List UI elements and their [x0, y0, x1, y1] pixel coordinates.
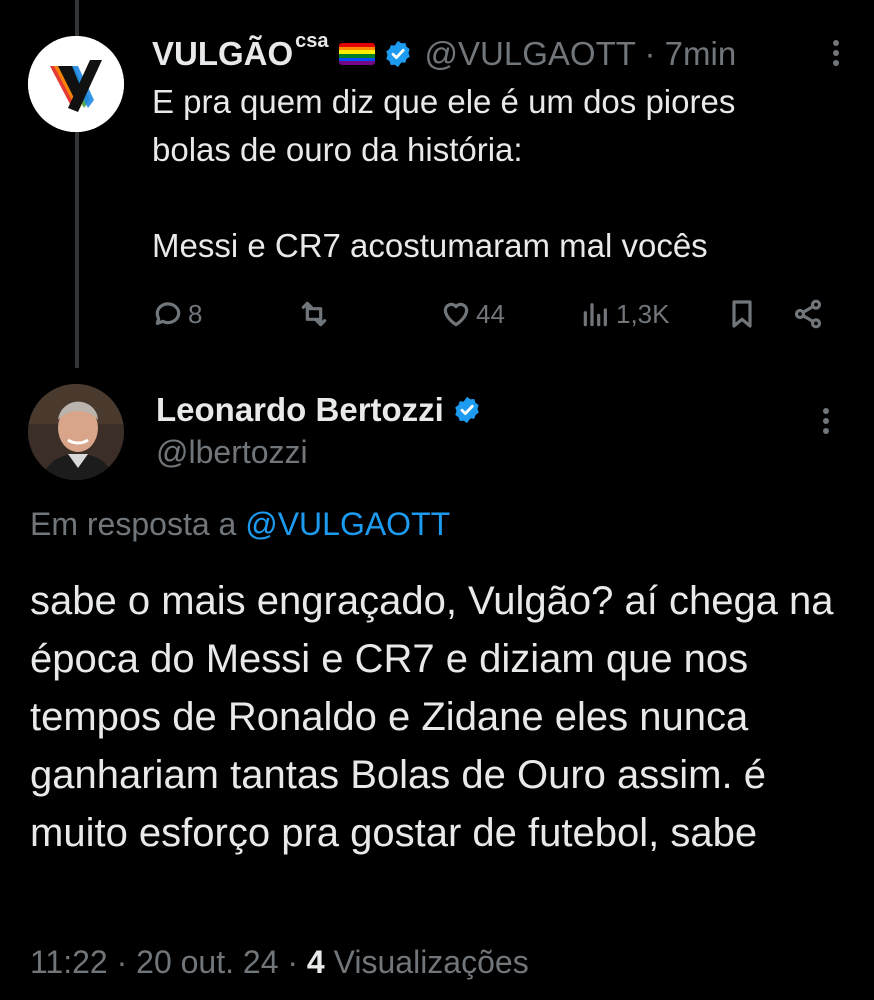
thread-line-top: [75, 0, 79, 36]
tweet-actions: 8 44 1,3K: [152, 292, 842, 336]
thread-line: [75, 132, 79, 368]
bookmark-icon: [732, 300, 752, 328]
original-tweet-text: E pra quem diz que ele é um dos piores b…: [152, 83, 736, 264]
original-tweet-header: VULGÃO csa @VULGAOTT · 7min: [152, 30, 842, 78]
repost-icon: [301, 301, 327, 327]
more-icon[interactable]: [824, 36, 848, 76]
more-icon[interactable]: [814, 404, 838, 444]
reply-prefix: Em resposta a: [30, 506, 237, 542]
tweet-time[interactable]: 11:22: [30, 944, 108, 980]
reply-count: 8: [188, 298, 203, 329]
reply-tweet-text: sabe o mais engraçado, Vulgão? aí chega …: [30, 579, 834, 855]
vulgao-logo-icon: [28, 36, 124, 132]
reply-author-name[interactable]: Leonardo Bertozzi: [156, 388, 482, 432]
bookmark-button[interactable]: [726, 292, 758, 336]
tweet-date[interactable]: 20 out. 24: [136, 944, 278, 980]
reply-button[interactable]: 8: [152, 292, 202, 336]
verified-badge-icon: [385, 40, 410, 68]
views-label: Visualizações: [333, 944, 529, 980]
rainbow-flag-icon: [338, 43, 375, 65]
views-count: 4: [306, 944, 325, 980]
reply-to-link[interactable]: @VULGAOTT: [245, 506, 450, 542]
like-count: 44: [476, 298, 505, 329]
like-button[interactable]: 44: [440, 292, 505, 336]
avatar-vulgao[interactable]: [28, 36, 124, 132]
author-handle[interactable]: @VULGAOTT · 7min: [425, 35, 737, 73]
reply-author-handle[interactable]: @lbertozzi: [156, 434, 308, 471]
views-count: 1,3K: [616, 298, 670, 329]
share-button[interactable]: [792, 292, 824, 336]
reply-context: Em resposta a @VULGAOTT: [30, 506, 450, 543]
profile-photo: [28, 384, 124, 480]
verified-badge-icon: [455, 396, 479, 424]
repost-button[interactable]: [298, 292, 334, 336]
like-icon: [443, 302, 469, 327]
share-icon: [794, 299, 822, 329]
author-name[interactable]: VULGÃO csa: [152, 30, 329, 73]
views-button[interactable]: 1,3K: [580, 292, 670, 336]
avatar-leonardo[interactable]: [28, 384, 124, 480]
tweet-meta: 11:22 · 20 out. 24 · 4 Visualizações: [30, 944, 529, 980]
views-icon: [583, 303, 607, 327]
reply-icon: [155, 302, 181, 325]
original-tweet[interactable]: VULGÃO csa @VULGAOTT · 7min E pra quem di…: [152, 30, 842, 270]
